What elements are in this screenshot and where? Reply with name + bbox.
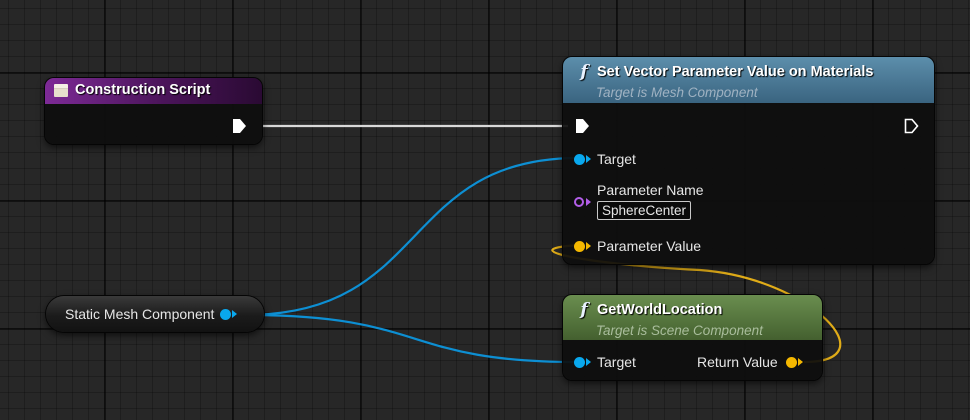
pin-arrow-icon [586, 242, 591, 250]
get-world-target-row[interactable]: Target [574, 354, 636, 370]
get-world-target-input-pin[interactable] [574, 356, 585, 368]
return-value-output-pin[interactable] [785, 356, 797, 368]
exec-input-pin[interactable] [574, 118, 590, 134]
set-vector-parameter-node[interactable]: f Set Vector Parameter Value on Material… [563, 57, 934, 264]
get-world-location-header[interactable]: f GetWorldLocation Target is Scene Compo… [563, 295, 822, 340]
function-icon: f [580, 62, 588, 82]
parameter-value-pin-row[interactable]: Parameter Value [574, 238, 701, 254]
construction-script-header[interactable]: Construction Script [45, 78, 262, 104]
pin-arrow-icon [586, 358, 591, 366]
exec-output-pin[interactable] [231, 118, 247, 134]
static-mesh-component-title: Static Mesh Component [65, 306, 215, 322]
parameter-name-input-pin[interactable] [574, 197, 584, 207]
parameter-name-pin-row[interactable]: Parameter Name SphereCenter [574, 182, 704, 220]
parameter-value-pin-label: Parameter Value [597, 238, 702, 254]
target-pin-label: Target [597, 151, 636, 167]
get-world-location-subtitle: Target is Scene Component [596, 323, 763, 338]
pin-arrow-icon [797, 358, 803, 366]
mesh-to-set-target-wire [245, 156, 579, 317]
construction-script-node[interactable]: Construction Script [45, 78, 262, 144]
get-world-target-label: Target [597, 354, 636, 370]
target-pin-row[interactable]: Target [574, 151, 636, 167]
static-mesh-output-pin[interactable] [220, 308, 232, 320]
pin-arrow-icon [586, 155, 591, 163]
target-input-pin[interactable] [574, 153, 585, 165]
set-vector-parameter-subtitle: Target is Mesh Component [596, 85, 758, 100]
set-vector-parameter-header[interactable]: f Set Vector Parameter Value on Material… [563, 57, 934, 103]
pin-arrow-icon [586, 198, 591, 206]
parameter-name-label: Parameter Name [597, 182, 704, 198]
function-icon: f [580, 300, 588, 320]
get-world-location-title: GetWorldLocation [597, 302, 723, 318]
set-vector-parameter-title: Set Vector Parameter Value on Materials [597, 64, 874, 80]
exec-output-pin[interactable] [903, 118, 919, 134]
parameter-name-field[interactable]: SphereCenter [597, 201, 692, 220]
get-world-location-node[interactable]: f GetWorldLocation Target is Scene Compo… [563, 295, 822, 380]
return-value-label: Return Value [697, 354, 778, 370]
static-mesh-component-node[interactable]: Static Mesh Component [46, 296, 264, 332]
event-node-icon [54, 83, 68, 97]
mesh-to-getworld-target-wire [245, 313, 579, 364]
pin-arrow-icon [232, 310, 238, 318]
static-mesh-output-row[interactable]: Static Mesh Component [65, 306, 238, 322]
parameter-value-input-pin[interactable] [574, 240, 585, 252]
return-value-row[interactable]: Return Value [697, 354, 803, 370]
construction-script-title: Construction Script [75, 82, 211, 98]
